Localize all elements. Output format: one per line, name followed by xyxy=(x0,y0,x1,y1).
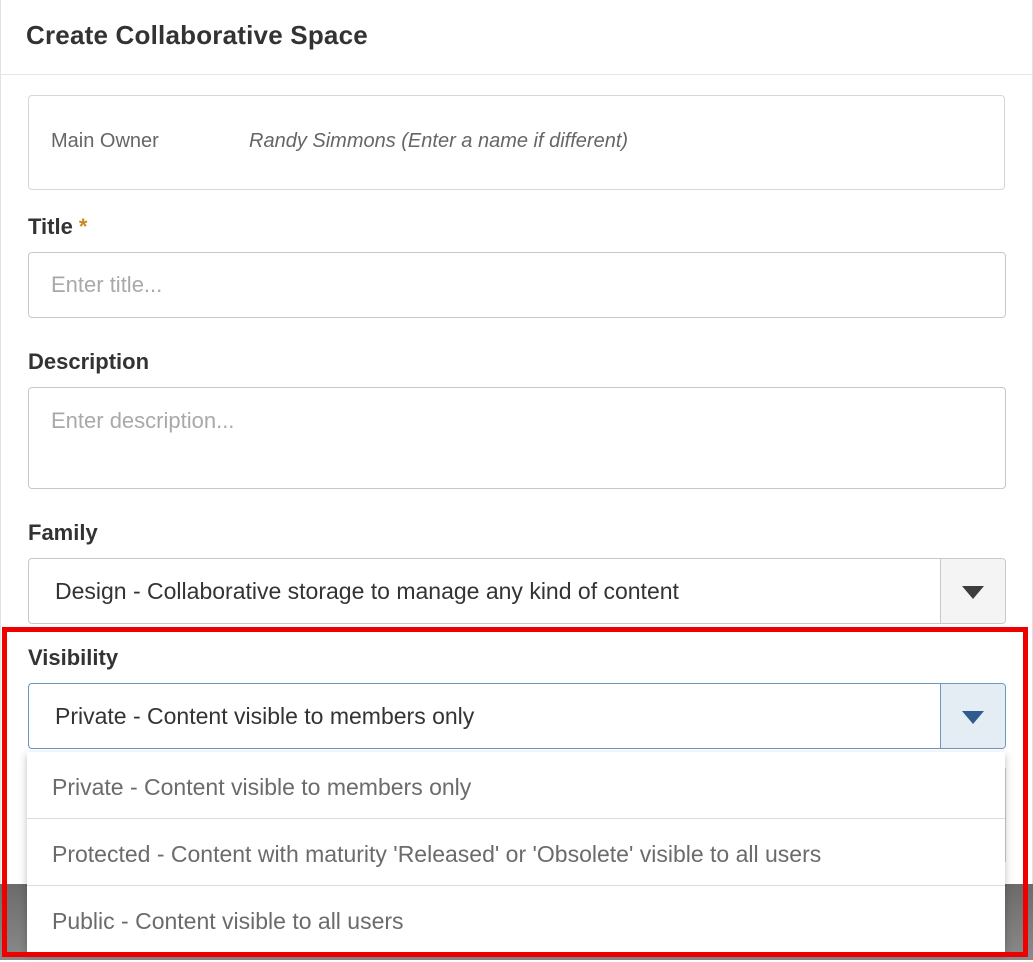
visibility-label: Visibility xyxy=(28,645,119,670)
required-mark: * xyxy=(78,214,88,239)
chevron-down-icon xyxy=(962,586,984,599)
family-dropdown-button[interactable] xyxy=(940,559,1005,623)
chevron-down-icon xyxy=(962,711,984,724)
visibility-option-private[interactable]: Private - Content visible to members onl… xyxy=(27,752,1005,819)
visibility-selected-value: Private - Content visible to members onl… xyxy=(55,703,475,729)
visibility-dropdown-list: Private - Content visible to members onl… xyxy=(27,752,1005,952)
visibility-option-protected[interactable]: Protected - Content with maturity 'Relea… xyxy=(27,819,1005,886)
description-label: Description xyxy=(28,349,150,374)
visibility-dropdown-button[interactable] xyxy=(940,684,1005,748)
title-label-text: Title xyxy=(28,214,73,239)
family-selected-value: Design - Collaborative storage to manage… xyxy=(55,578,679,604)
visibility-option-public[interactable]: Public - Content visible to all users xyxy=(27,886,1005,952)
dialog-header: Create Collaborative Space xyxy=(1,0,1032,75)
dialog-title: Create Collaborative Space xyxy=(26,20,368,50)
title-input[interactable] xyxy=(28,252,1006,318)
main-owner-box[interactable]: Main Owner Randy Simmons (Enter a name i… xyxy=(28,95,1005,190)
description-input[interactable] xyxy=(28,387,1006,489)
title-label: Title * xyxy=(28,214,87,240)
family-label: Family xyxy=(28,520,98,545)
main-owner-label: Main Owner xyxy=(51,130,159,152)
visibility-select[interactable]: Private - Content visible to members onl… xyxy=(28,683,1006,749)
family-select[interactable]: Design - Collaborative storage to manage… xyxy=(28,558,1006,624)
main-owner-value[interactable]: Randy Simmons (Enter a name if different… xyxy=(249,130,628,153)
